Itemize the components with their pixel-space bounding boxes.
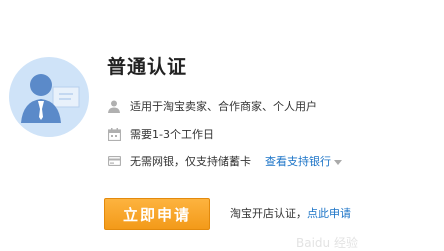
calendar-icon (107, 127, 121, 141)
watermark: Baidu 经验 (296, 236, 358, 250)
apply-here-link[interactable]: 点此申请 (307, 207, 351, 220)
bank-card-icon (107, 154, 121, 168)
feature-row-duration: 需要1-3个工作日 (107, 126, 214, 142)
user-avatar-icon (21, 74, 80, 123)
feature-text: 适用于淘宝卖家、合作商家、个人用户 (130, 100, 317, 113)
person-icon (107, 99, 121, 113)
chevron-down-icon (334, 159, 342, 165)
feature-row-bank: 无需网银，仅支持储蓄卡 查看支持银行 (107, 153, 342, 169)
avatar (9, 57, 89, 137)
feature-text: 无需网银，仅支持储蓄卡 (130, 155, 251, 168)
bottom-prefix: 淘宝开店认证， (230, 207, 307, 220)
page-title: 普通认证 (107, 56, 188, 78)
supported-banks-link[interactable]: 查看支持银行 (265, 153, 342, 169)
bottom-apply-text: 淘宝开店认证，点此申请 (230, 205, 351, 221)
supported-banks-link-label: 查看支持银行 (265, 155, 331, 168)
feature-row-users: 适用于淘宝卖家、合作商家、个人用户 (107, 98, 317, 114)
feature-text: 需要1-3个工作日 (130, 128, 214, 141)
apply-now-button[interactable]: 立即申请 (104, 198, 210, 230)
